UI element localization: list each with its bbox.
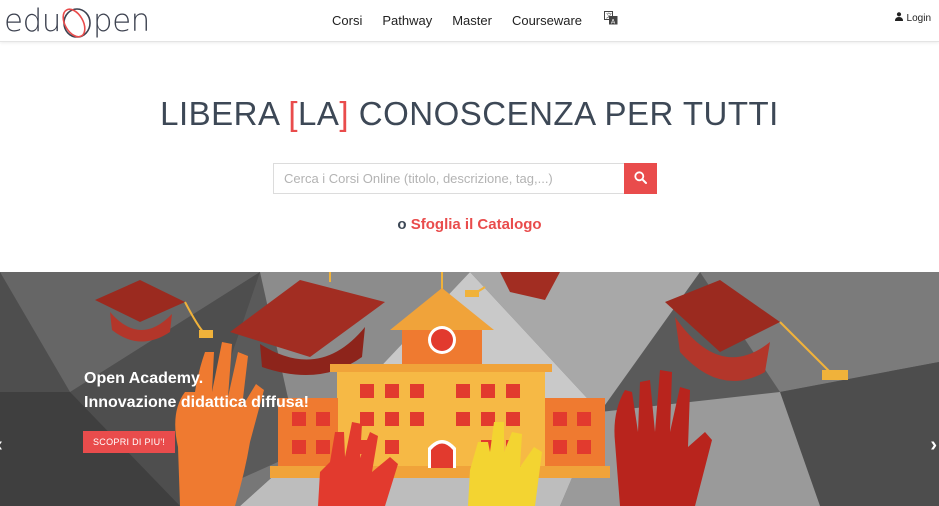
hero-bracket-open: [ (288, 95, 299, 132)
logo-text-right: pen (92, 3, 150, 39)
hero-title-part: CONOSCENZA PER TUTTI (349, 95, 779, 132)
chevron-left-icon[interactable]: ‹ (0, 434, 3, 457)
hero-title-highlight: LA (298, 95, 340, 132)
course-search (273, 163, 657, 194)
login-link[interactable]: Login (894, 12, 931, 24)
login-label: Login (906, 12, 931, 24)
logo-text-left: edu (4, 3, 61, 39)
nav-master[interactable]: Master (452, 13, 492, 28)
chevron-right-icon[interactable]: › (930, 434, 937, 457)
browse-catalog-link[interactable]: Sfoglia il Catalogo (411, 216, 542, 233)
eduopen-logo[interactable]: edu pen (4, 1, 150, 41)
search-icon (634, 170, 647, 187)
banner-line-1: Open Academy. (84, 370, 204, 387)
main-nav: Corsi Pathway Master Courseware 文 A (332, 0, 618, 40)
banner-line-2: Innovazione didattica diffusa! (84, 394, 309, 411)
browse-prefix: o (397, 216, 411, 233)
nav-courseware[interactable]: Courseware (512, 13, 582, 28)
top-navbar: edu pen Corsi Pathway Master Courseware … (0, 0, 939, 42)
hero-carousel: Open Academy. Innovazione didattica diff… (0, 272, 939, 506)
search-input[interactable] (273, 163, 624, 194)
browse-catalog: o Sfoglia il Catalogo (0, 216, 939, 233)
hero-title: LIBERA [LA] CONOSCENZA PER TUTTI (0, 95, 939, 133)
user-icon (894, 12, 903, 24)
nav-pathway[interactable]: Pathway (382, 13, 432, 28)
banner-headline: Open Academy. Innovazione didattica diff… (84, 367, 309, 415)
search-button[interactable] (624, 163, 657, 194)
nav-corsi[interactable]: Corsi (332, 13, 362, 28)
hero-bracket-close: ] (339, 95, 350, 132)
discover-more-button[interactable]: SCOPRI DI PIU'! (83, 431, 176, 453)
translate-icon[interactable]: 文 A (604, 11, 618, 26)
hero-title-part: LIBERA (160, 95, 289, 132)
logo-o-mark (61, 1, 93, 41)
